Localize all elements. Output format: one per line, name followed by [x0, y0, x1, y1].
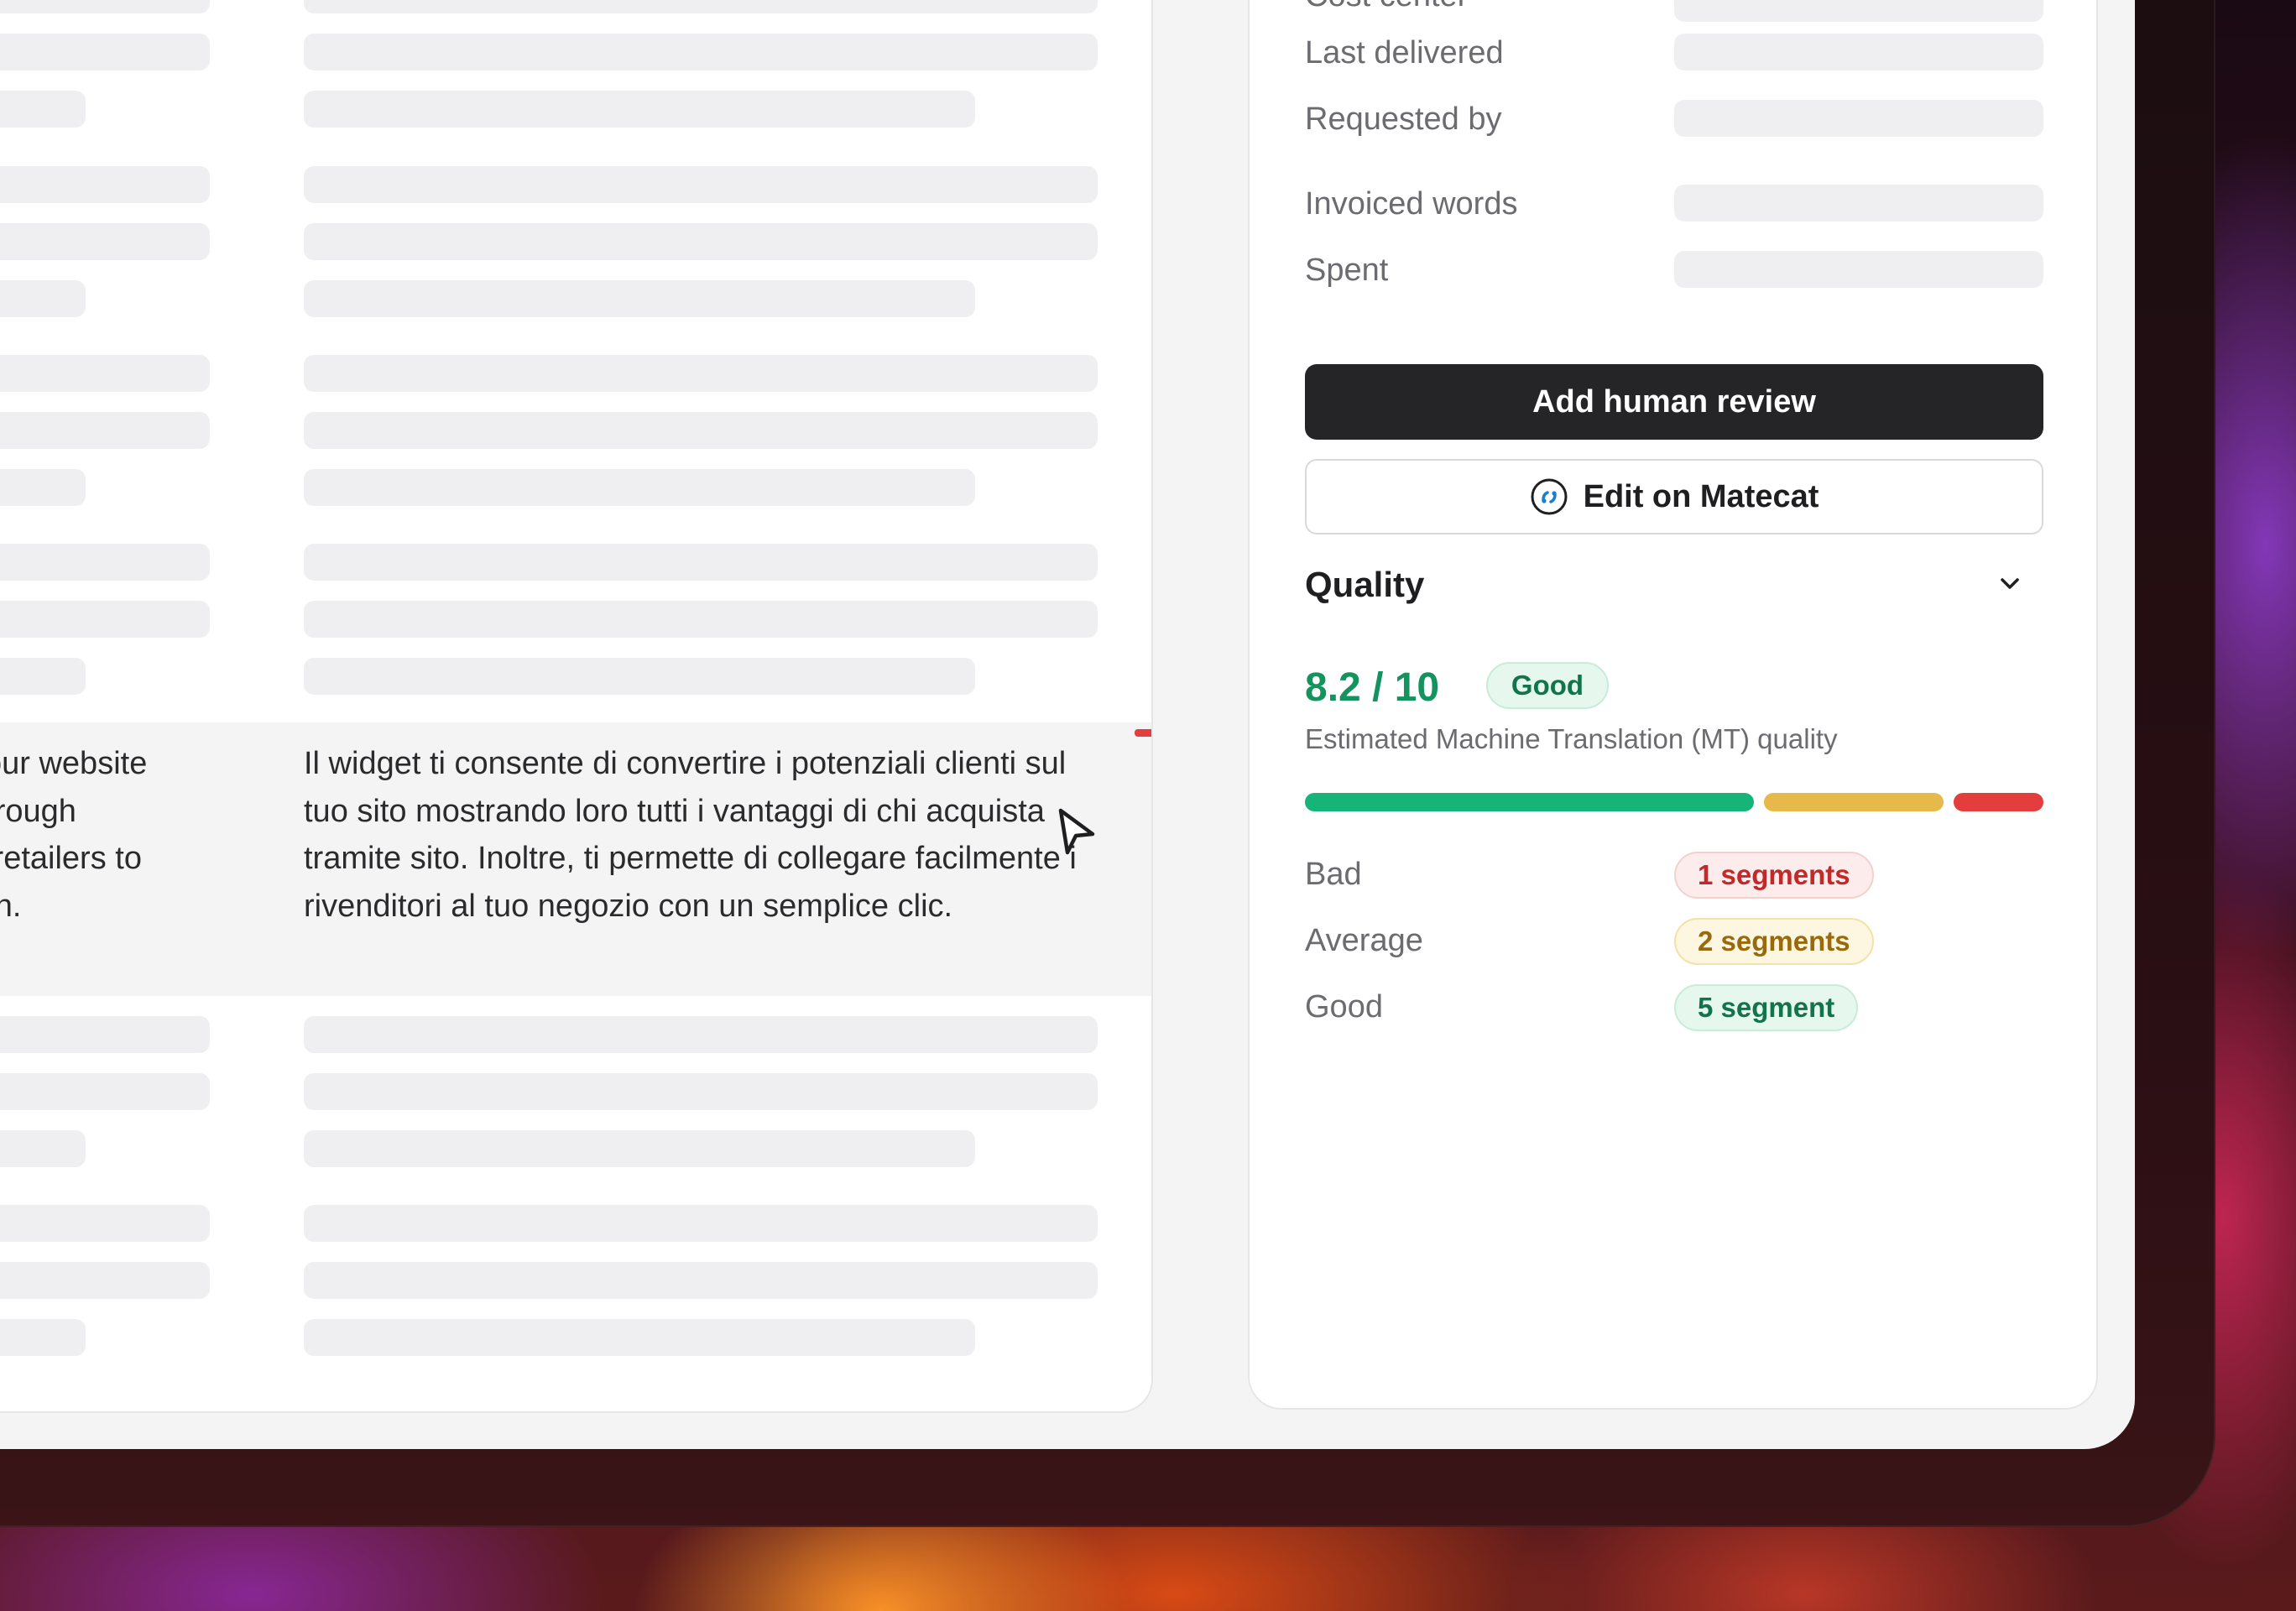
skeleton-line — [304, 469, 975, 506]
skeleton-line — [0, 91, 86, 128]
skeleton-line — [0, 280, 86, 317]
skeleton-line — [304, 601, 1098, 638]
edit-on-matecat-button[interactable]: Edit on Matecat — [1305, 459, 2043, 534]
skeleton-line — [0, 34, 210, 70]
field-label-cost-center: Cost center — [1305, 0, 1468, 14]
skeleton-line — [304, 1205, 1098, 1242]
skeleton-line — [0, 1016, 210, 1053]
field-label-requested-by: Requested by — [1305, 102, 1502, 137]
field-value-placeholder — [1674, 251, 2043, 288]
skeleton-line — [304, 1073, 1098, 1110]
source-segment-line: k retailers to — [0, 841, 142, 876]
skeleton-line — [0, 412, 210, 449]
skeleton-line — [0, 355, 210, 392]
source-segment: your website through k retailers to ton. — [0, 740, 147, 930]
average-segments-badge[interactable]: 2 segments — [1674, 918, 1874, 965]
skeleton-line — [0, 1319, 86, 1356]
edit-on-matecat-label: Edit on Matecat — [1583, 478, 1819, 514]
quality-section-title: Quality — [1305, 565, 1425, 604]
skeleton-line — [304, 34, 1098, 70]
quality-bar-good — [1305, 793, 1754, 811]
translation-editor: your website through k retailers to ton.… — [0, 0, 1153, 1413]
field-value-placeholder — [1674, 100, 2043, 137]
skeleton-line — [0, 0, 210, 13]
skeleton-line — [304, 412, 1098, 449]
source-segment-line: ton. — [0, 888, 22, 924]
skeleton-line — [0, 1205, 210, 1242]
source-segment-line: through — [0, 793, 76, 829]
skeleton-line — [0, 166, 210, 203]
quality-row-label-good: Good — [1305, 989, 1383, 1024]
skeleton-line — [304, 1319, 975, 1356]
bad-segments-badge[interactable]: 1 segments — [1674, 852, 1874, 899]
quality-rating-badge: Good — [1486, 662, 1609, 709]
skeleton-line — [304, 1262, 1098, 1299]
field-value-placeholder — [1674, 34, 2043, 70]
skeleton-line — [304, 91, 975, 128]
skeleton-line — [0, 1130, 86, 1167]
issue-marker — [1135, 729, 1151, 737]
skeleton-line — [0, 601, 210, 638]
field-value-placeholder — [1674, 0, 2043, 22]
add-human-review-button[interactable]: Add human review — [1305, 364, 2043, 440]
skeleton-line — [304, 280, 975, 317]
chevron-down-icon[interactable] — [1995, 569, 2025, 599]
skeleton-line — [0, 469, 86, 506]
target-segment[interactable]: Il widget ti consente di convertire i po… — [304, 740, 1109, 930]
skeleton-line — [304, 1130, 975, 1167]
skeleton-line — [304, 166, 1098, 203]
quality-score: 8.2 / 10 — [1305, 665, 1440, 710]
skeleton-line — [0, 658, 86, 695]
quality-bar-average — [1764, 793, 1944, 811]
skeleton-line — [0, 544, 210, 581]
skeleton-line — [304, 223, 1098, 260]
skeleton-line — [304, 0, 1098, 13]
source-segment-line: your website — [0, 746, 148, 781]
skeleton-line — [304, 355, 1098, 392]
skeleton-line — [304, 544, 1098, 581]
details-panel: Cost center Last delivered Requested by … — [1248, 0, 2098, 1410]
skeleton-line — [0, 223, 210, 260]
quality-bar-bad — [1954, 793, 2043, 811]
skeleton-line — [0, 1073, 210, 1110]
quality-row-label-average: Average — [1305, 923, 1423, 958]
mouse-pointer-icon — [1058, 808, 1095, 855]
field-value-placeholder — [1674, 185, 2043, 222]
good-segments-badge[interactable]: 5 segment — [1674, 984, 1859, 1031]
matecat-logo-icon — [1531, 478, 1568, 515]
field-label-invoiced-words: Invoiced words — [1305, 186, 1518, 222]
app-window: your website through k retailers to ton.… — [0, 0, 2135, 1449]
skeleton-line — [304, 658, 975, 695]
field-label-last-delivered: Last delivered — [1305, 35, 1504, 70]
skeleton-line — [304, 1016, 1098, 1053]
field-label-spent: Spent — [1305, 253, 1389, 288]
quality-subtitle: Estimated Machine Translation (MT) quali… — [1305, 723, 1838, 754]
skeleton-line — [0, 1262, 210, 1299]
add-human-review-label: Add human review — [1532, 383, 1816, 420]
quality-row-label-bad: Bad — [1305, 857, 1362, 892]
